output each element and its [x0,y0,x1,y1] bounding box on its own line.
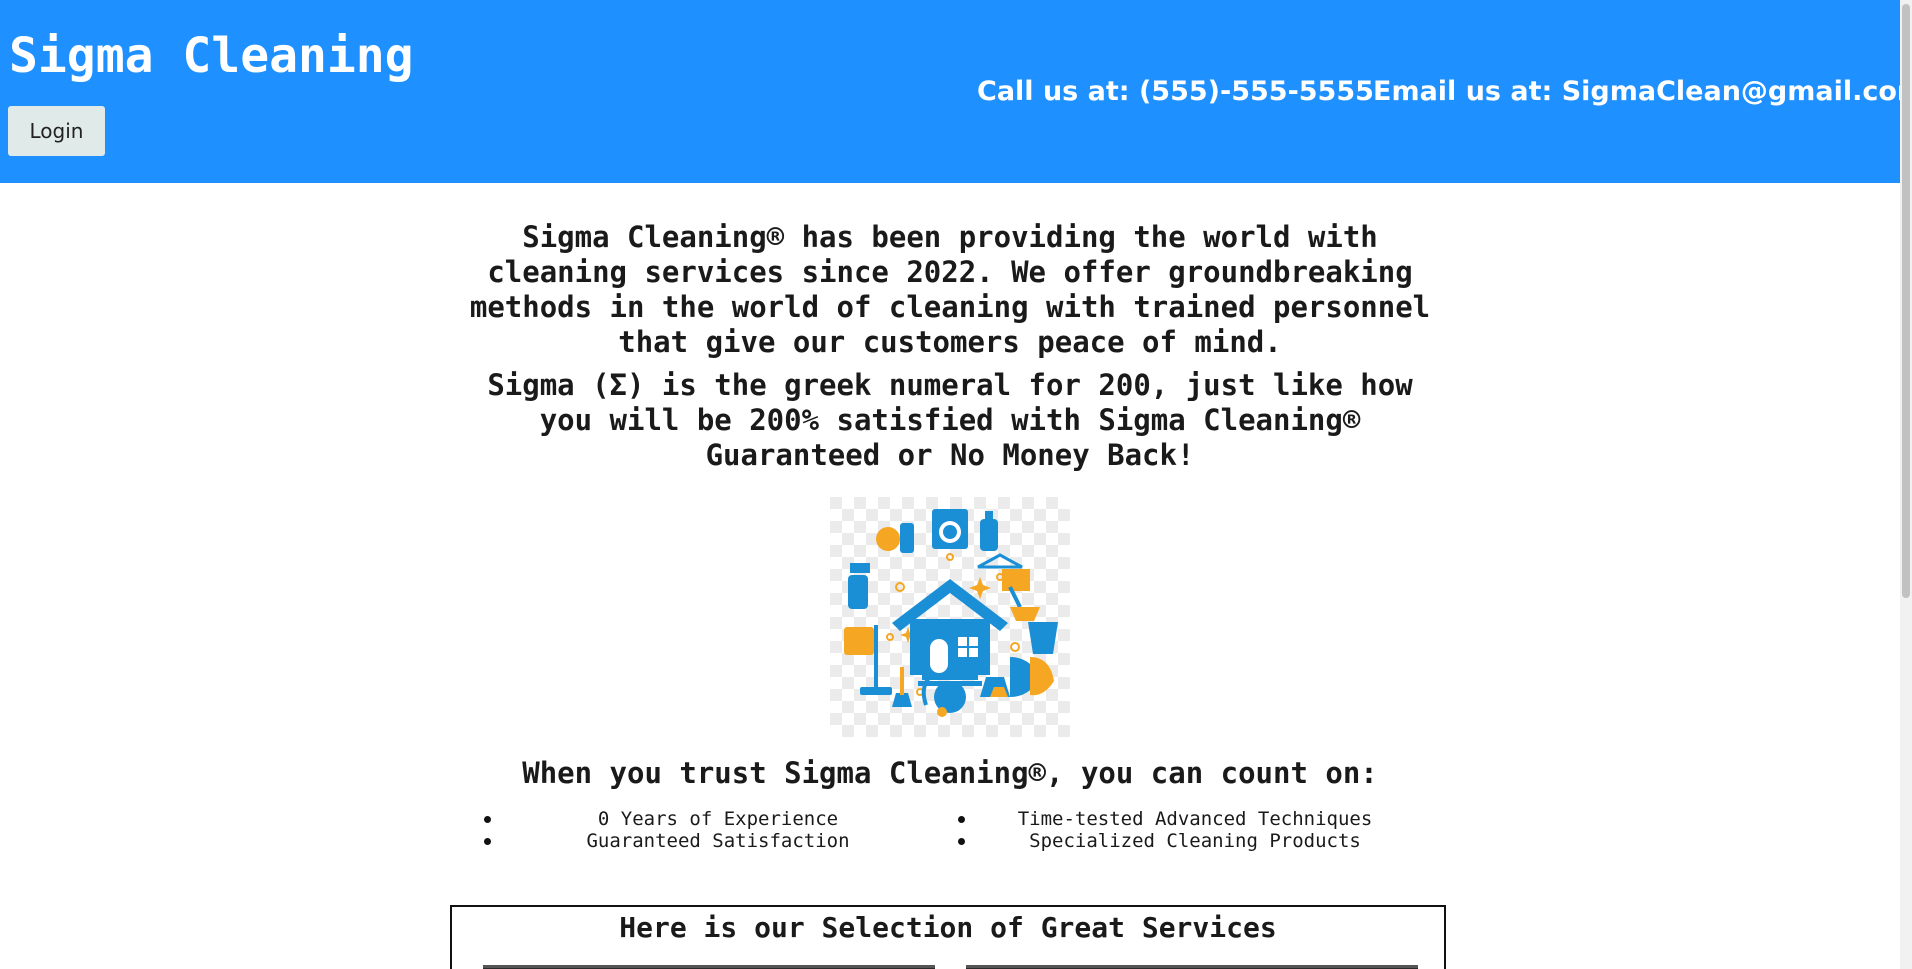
email-contact: Email us at: SigmaClean@gmail.com [1373,76,1900,107]
sigma-paragraph: Sigma (Σ) is the greek numeral for 200, … [487,368,1413,472]
bullet-icon [958,838,965,845]
trust-heading: When you trust Sigma Cleaning®, you can … [522,756,1378,790]
brand-title: Sigma Cleaning [9,28,414,84]
bullet-icon [484,816,491,823]
page-scrollbar[interactable] [1900,0,1912,969]
services-section: Here is our Selection of Great Services [450,905,1446,969]
feature-text: Time-tested Advanced Techniques [1017,808,1373,830]
login-button[interactable]: Login [8,106,105,156]
feature-text: Specialized Cleaning Products [1029,830,1361,852]
scrollbar-thumb[interactable] [1902,4,1910,598]
cleaning-house-collage-icon [830,497,1070,737]
feature-text: 0 Years of Experience [597,808,839,830]
list-item: Time-tested Advanced Techniques [952,808,1402,830]
service-card[interactable] [966,965,1418,969]
feature-text: Guaranteed Satisfaction [586,830,850,852]
page: Sigma Cleaning Login Call us at: (555)-5… [0,0,1900,969]
bullet-icon [484,838,491,845]
bullet-icon [958,816,965,823]
site-header: Sigma Cleaning Login Call us at: (555)-5… [0,0,1900,183]
list-item: 0 Years of Experience [478,808,918,830]
services-title: Here is our Selection of Great Services [619,911,1277,944]
feature-list-right: Time-tested Advanced Techniques Speciali… [952,808,1402,852]
list-item: Specialized Cleaning Products [952,830,1402,852]
list-item: Guaranteed Satisfaction [478,830,918,852]
phone-contact: Call us at: (555)-555-5555 [977,76,1374,107]
service-card[interactable] [483,965,935,969]
feature-list-left: 0 Years of Experience Guaranteed Satisfa… [478,808,918,852]
intro-paragraph: Sigma Cleaning® has been providing the w… [469,220,1431,359]
